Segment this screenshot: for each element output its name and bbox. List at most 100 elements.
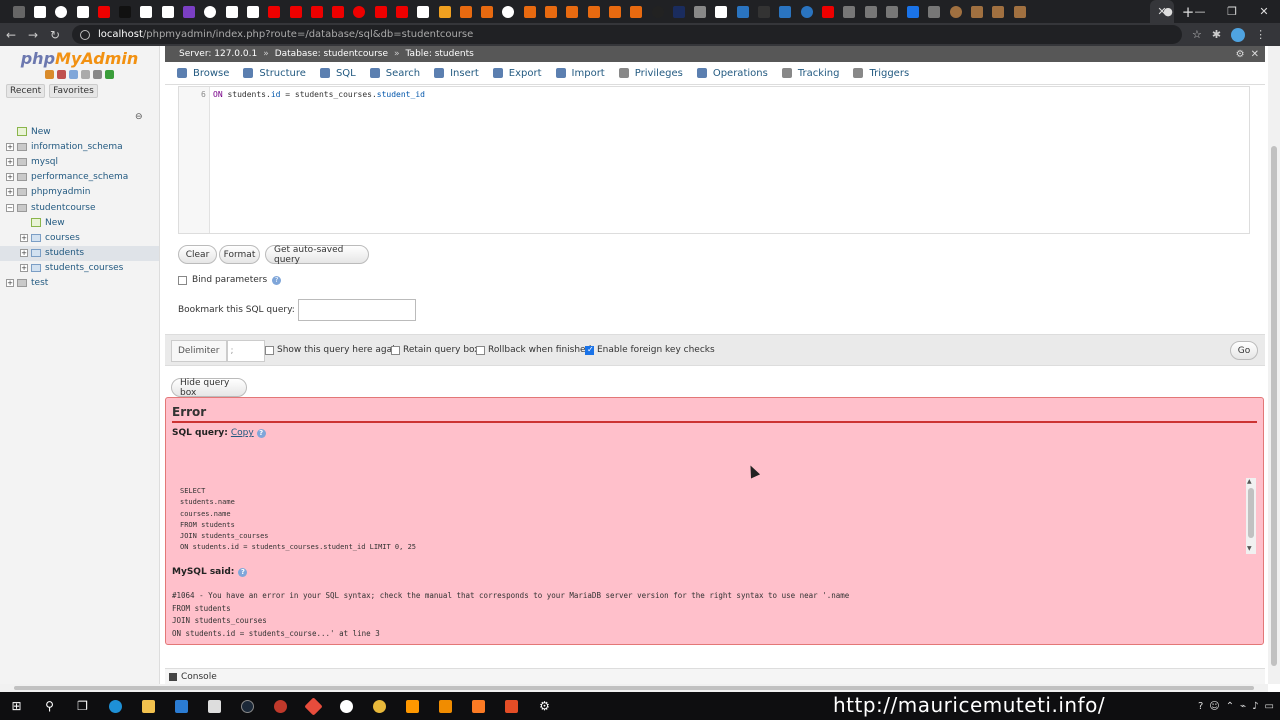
pinned-tab[interactable]	[327, 0, 348, 23]
sql-query-editor[interactable]: 6 ON students.id = students_courses.stud…	[178, 86, 1250, 234]
home-icon[interactable]	[45, 70, 54, 79]
retain-query-box-checkbox[interactable]	[391, 345, 400, 355]
breadcrumb-server[interactable]: Server: 127.0.0.1	[179, 49, 257, 59]
pinned-tab[interactable]	[114, 0, 135, 23]
tree-item[interactable]: + test	[0, 276, 159, 291]
get-auto-saved-query-button[interactable]: Get auto-saved query	[265, 245, 369, 265]
tree-item[interactable]: +New	[0, 215, 159, 230]
pinned-tab[interactable]	[839, 0, 860, 23]
pinned-tab[interactable]	[604, 0, 625, 23]
query-scrollbar[interactable]: ▲ ▼	[1246, 478, 1256, 554]
tree-item[interactable]: + phpmyadmin	[0, 185, 159, 200]
pinned-tab[interactable]	[93, 0, 114, 23]
copy-query-link[interactable]: Copy	[231, 428, 254, 438]
pinned-tab[interactable]	[562, 0, 583, 23]
pinned-tab[interactable]	[264, 0, 285, 23]
pinned-tab[interactable]	[626, 0, 647, 23]
tree-item[interactable]: + performance_schema	[0, 170, 159, 185]
steam-icon[interactable]	[231, 692, 264, 720]
tab-browse[interactable]: Browse	[170, 62, 236, 85]
pinned-tab[interactable]	[711, 0, 732, 23]
pinned-tab[interactable]	[753, 0, 774, 23]
pinned-tab[interactable]	[200, 0, 221, 23]
close-window-button[interactable]: ✕	[1248, 0, 1280, 23]
pinned-tab[interactable]	[349, 0, 370, 23]
pinned-tab[interactable]	[8, 0, 29, 23]
back-button[interactable]: ←	[0, 28, 22, 42]
expand-icon[interactable]: +	[20, 249, 28, 258]
bookmark-input[interactable]	[297, 299, 416, 321]
pinned-tab[interactable]	[157, 0, 178, 23]
app-c-icon[interactable]	[495, 692, 528, 720]
pinned-tab[interactable]	[51, 0, 72, 23]
tab-insert[interactable]: Insert	[427, 62, 486, 85]
help-icon[interactable]: ?	[238, 567, 248, 577]
tree-item[interactable]: + courses	[0, 230, 159, 245]
tab-tracking[interactable]: Tracking	[775, 62, 847, 85]
collapse-icon[interactable]: ✕	[1251, 49, 1259, 60]
bookmark-star-icon[interactable]: ☆	[1192, 28, 1202, 41]
horizontal-scrollbar[interactable]	[0, 684, 1268, 692]
pinned-tab[interactable]	[519, 0, 540, 23]
pinned-tab[interactable]	[540, 0, 561, 23]
extensions-icon[interactable]: ✱	[1212, 28, 1221, 41]
expand-icon[interactable]: +	[6, 173, 14, 182]
pinned-tab[interactable]	[498, 0, 519, 23]
pinned-tab[interactable]	[370, 0, 391, 23]
task-view-icon[interactable]: ❐	[66, 692, 99, 720]
pinned-tab[interactable]	[732, 0, 753, 23]
search-icon[interactable]: ⚲	[33, 692, 66, 720]
scroll-down-icon[interactable]: ▼	[1247, 545, 1252, 552]
volume-icon[interactable]: ♪	[1252, 701, 1258, 712]
bind-parameters-checkbox[interactable]	[178, 275, 187, 285]
tree-item[interactable]: − studentcourse	[0, 200, 159, 215]
people-icon[interactable]: ☺	[1209, 701, 1219, 712]
pinned-tab[interactable]	[583, 0, 604, 23]
scroll-thumb[interactable]	[1248, 488, 1254, 538]
page-scrollbar[interactable]	[1268, 46, 1280, 684]
notification-icon[interactable]: ▭	[1265, 701, 1274, 712]
xampp-icon[interactable]	[462, 692, 495, 720]
reload-nav-icon[interactable]	[105, 70, 114, 79]
tab-search[interactable]: Search	[363, 62, 427, 85]
editor-line[interactable]: ON students.id = students_courses.studen…	[213, 90, 425, 99]
show-query-again-checkbox[interactable]	[265, 345, 274, 355]
settings-icon[interactable]	[93, 70, 102, 79]
hide-query-box-button[interactable]: Hide query box	[171, 378, 247, 398]
pinned-tab[interactable]	[72, 0, 93, 23]
recent-tab[interactable]: Recent	[6, 84, 46, 98]
tree-item[interactable]: + mysql	[0, 154, 159, 169]
tab-sql[interactable]: SQL	[313, 62, 363, 85]
rollback-checkbox[interactable]	[476, 345, 485, 355]
pinned-tab[interactable]	[1009, 0, 1030, 23]
foreign-key-checks-checkbox[interactable]	[585, 345, 594, 355]
app-diamond-icon[interactable]	[297, 692, 330, 720]
forward-button[interactable]: →	[22, 28, 44, 42]
tab-structure[interactable]: Structure	[236, 62, 313, 85]
pinned-tab[interactable]	[221, 0, 242, 23]
tray-chevron-icon[interactable]: ⌃	[1226, 701, 1234, 712]
profile-avatar[interactable]	[1231, 27, 1246, 42]
tree-item[interactable]: + students	[0, 245, 159, 261]
tree-item[interactable]: + information_schema	[0, 139, 159, 154]
expand-icon[interactable]: +	[6, 142, 14, 151]
pinned-tab[interactable]	[29, 0, 50, 23]
pinned-tab[interactable]	[817, 0, 838, 23]
reload-button[interactable]: ↻	[44, 28, 66, 42]
link-with-main-icon[interactable]: ⊖	[135, 112, 143, 122]
tab-privileges[interactable]: Privileges	[612, 62, 690, 85]
xbox-icon[interactable]	[330, 692, 363, 720]
pinned-tab[interactable]	[178, 0, 199, 23]
pinned-tab[interactable]	[690, 0, 711, 23]
chrome-icon[interactable]	[363, 692, 396, 720]
phpmyadmin-logo[interactable]: phpMyAdmin	[0, 46, 159, 68]
pinned-tab[interactable]	[881, 0, 902, 23]
vlc-icon[interactable]	[429, 692, 462, 720]
format-button[interactable]: Format	[219, 245, 260, 264]
start-icon[interactable]: ⊞	[0, 692, 33, 720]
horizontal-scroll-thumb[interactable]	[14, 686, 1254, 690]
pinned-tab[interactable]	[668, 0, 689, 23]
help-icon[interactable]: ?	[256, 428, 266, 438]
expand-icon[interactable]: +	[20, 264, 28, 273]
url-field[interactable]: localhost/phpmyadmin/index.php?route=/da…	[72, 25, 1182, 44]
